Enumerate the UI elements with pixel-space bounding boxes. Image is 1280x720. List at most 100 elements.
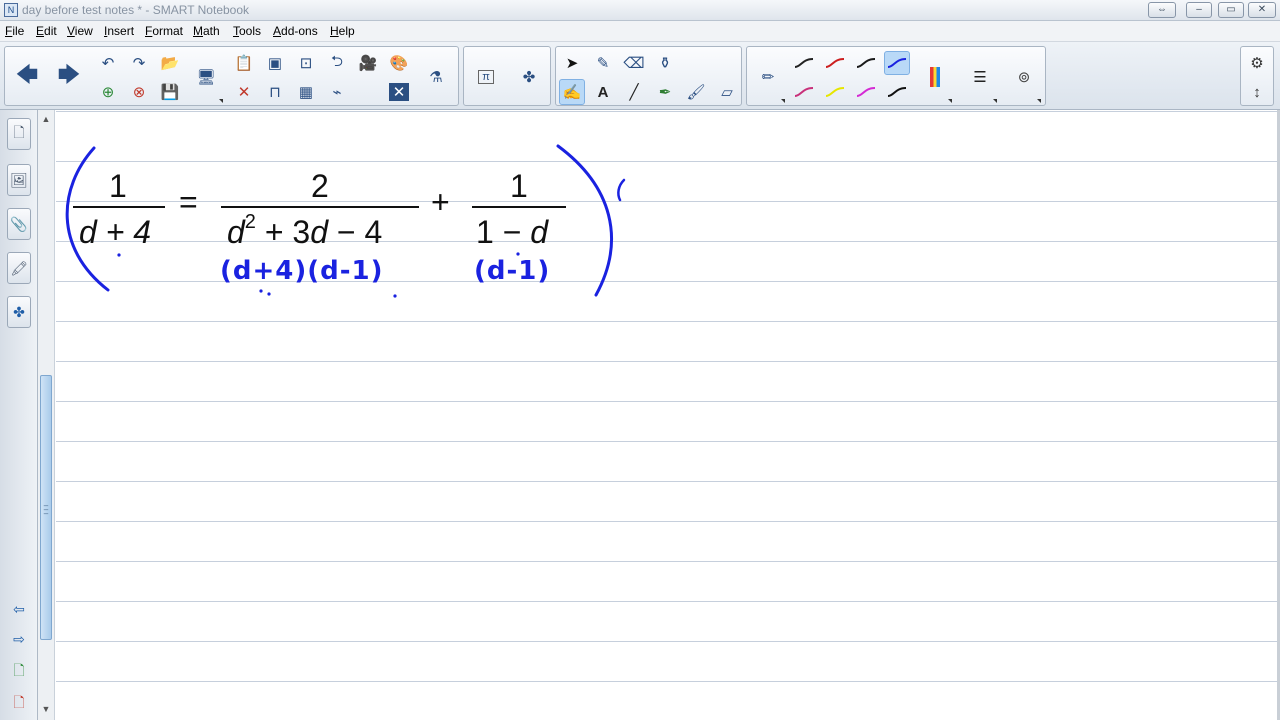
settings-palette-button[interactable]: 🎨	[386, 50, 412, 76]
stray-ink-mark	[617, 178, 626, 202]
menu-tools[interactable]: Tools	[233, 24, 261, 38]
math-tools-button[interactable]: π	[473, 64, 499, 90]
fill-tool[interactable]: ⚱	[652, 50, 678, 76]
add-page-icon: 🗋	[13, 662, 25, 678]
color-dropdown-arrow-icon[interactable]	[948, 99, 952, 103]
left-arrow-icon: ⇦	[13, 600, 25, 617]
undo-button[interactable]: ↶	[95, 50, 121, 76]
delete-page-button[interactable]: ⊗	[126, 79, 152, 105]
creative-pen-tool[interactable]: 🖌	[683, 79, 709, 105]
maximize-button[interactable]: ▭	[1218, 2, 1244, 18]
paste-button[interactable]: 📋	[231, 50, 257, 76]
pen-color-swatch[interactable]	[853, 80, 879, 104]
pen-color-swatch[interactable]	[822, 51, 848, 75]
vertical-scrollbar[interactable]: ▲ – – – ▼	[38, 110, 55, 720]
move-sidebar-left-button[interactable]: ⇦	[7, 598, 31, 620]
menu-math[interactable]: Math	[193, 24, 220, 38]
select-tool[interactable]: ➤	[559, 50, 585, 76]
menu-edit[interactable]: Edit	[36, 24, 57, 38]
menu-view[interactable]: View	[67, 24, 93, 38]
camera-icon: ▣	[267, 55, 283, 72]
magic-pen-icon: ✎	[596, 55, 610, 72]
scroll-down-arrow-icon[interactable]: ▼	[39, 702, 53, 716]
pen-color-swatch[interactable]	[884, 51, 910, 75]
pen-color-swatch[interactable]	[884, 80, 910, 104]
insert-table-button[interactable]: ▦	[293, 79, 319, 105]
screen-capture-button[interactable]: ▣	[262, 50, 288, 76]
pen-color-swatch[interactable]	[853, 51, 879, 75]
eraser-tool[interactable]: ⌫	[621, 50, 647, 76]
menu-help[interactable]: Help	[330, 24, 355, 38]
open-button[interactable]: 📂	[157, 50, 183, 76]
handwritten-factor-2: (d-1)	[474, 256, 551, 286]
menu-add-ons[interactable]: Add-ons	[273, 24, 318, 38]
properties-tab[interactable]: 🖍	[7, 252, 31, 284]
next-page-button[interactable]: 🡆	[52, 57, 86, 97]
response-button[interactable]: ⌁	[324, 79, 350, 105]
page-icon: 🗋	[13, 124, 25, 140]
previous-page-button[interactable]: 🡄	[10, 57, 44, 97]
add-page-side-button[interactable]: 🗋	[7, 660, 31, 684]
transparency-dropdown-arrow-icon[interactable]	[1037, 99, 1041, 103]
text-tool[interactable]: A	[590, 79, 616, 105]
pen-color-swatch[interactable]	[791, 51, 817, 75]
toolbar-group-settings: ⚙ ↕	[1240, 46, 1274, 106]
line-dropdown-arrow-icon[interactable]	[993, 99, 997, 103]
page-sorter-tab[interactable]: 🗋	[7, 118, 31, 150]
dropdown-arrow-icon[interactable]	[219, 99, 223, 103]
close-button[interactable]: ✕	[1248, 2, 1276, 18]
close-presentation-button[interactable]: ✕	[386, 79, 412, 105]
menu-file[interactable]: File	[5, 24, 24, 38]
brush-icon: 🖌	[686, 84, 706, 101]
right-arrow-icon: ⇨	[13, 630, 25, 647]
line-tool[interactable]: ╱	[621, 79, 647, 105]
scroll-thumb[interactable]: – – –	[40, 375, 52, 640]
presentation-button[interactable]: ⊓	[262, 79, 288, 105]
minimize-button[interactable]: –	[1186, 2, 1212, 18]
pi-icon: π	[478, 70, 494, 84]
delete-button[interactable]: ✕	[231, 79, 257, 105]
whiteboard-canvas[interactable]: 1 d + 4 = 2 d2 + 3d − 4 + 1 1 − d (d+4)(…	[56, 110, 1280, 720]
transparency-button[interactable]: ⊚	[1011, 64, 1037, 90]
shape-eraser-tool[interactable]: ▱	[714, 79, 740, 105]
color-palette-button[interactable]: ■	[922, 64, 948, 90]
addons-tab[interactable]: ✤	[7, 296, 31, 328]
document-camera-button[interactable]: 🎥	[355, 50, 381, 76]
text-a-icon: A	[597, 83, 609, 101]
pen-color-swatch[interactable]	[822, 80, 848, 104]
highlighter-tool[interactable]: ✒	[652, 79, 678, 105]
wireless-icon: ⌁	[332, 84, 342, 101]
puzzle-button[interactable]: ✤	[516, 64, 542, 90]
gallery-tab[interactable]: 🖼	[7, 164, 31, 196]
show-hide-shade-button[interactable]: ⊡	[293, 50, 319, 76]
addons-button[interactable]: ⚗	[423, 64, 449, 90]
settings-button[interactable]: ⚙	[1244, 50, 1270, 76]
restore-down-button[interactable]: ⇔	[1148, 2, 1176, 18]
menu-format[interactable]: Format	[145, 24, 183, 38]
screen-shade-button[interactable]: 🖥	[193, 64, 219, 90]
toolbar-group-pens: ✏ ■ ☰ ⊚	[746, 46, 1046, 106]
redo-button[interactable]: ↷	[126, 50, 152, 76]
handwritten-factor-1: (d+4)(d-1)	[220, 256, 384, 286]
attachments-tab[interactable]: 📎	[7, 208, 31, 240]
move-toolbar-button[interactable]: ↕	[1244, 79, 1270, 105]
menu-insert[interactable]: Insert	[104, 24, 134, 38]
delete-page-side-button[interactable]: 🗋	[7, 692, 31, 716]
save-button[interactable]: 💾	[157, 79, 183, 105]
pen-dropdown-arrow-icon[interactable]	[781, 99, 785, 103]
save-icon: 💾	[160, 84, 180, 101]
pens-tool[interactable]: ✍	[559, 79, 585, 105]
fullscreen-button[interactable]: ⮌	[324, 50, 350, 76]
add-page-button[interactable]: ⊕	[95, 79, 121, 105]
app-icon[interactable]: N	[4, 3, 18, 17]
properties-icon: 🖍	[10, 259, 28, 276]
scroll-up-arrow-icon[interactable]: ▲	[39, 112, 53, 126]
pen-color-swatch[interactable]	[791, 80, 817, 104]
line-style-button[interactable]: ☰	[967, 64, 993, 90]
magic-pen-tool[interactable]: ✎	[590, 50, 616, 76]
pen-type-button[interactable]: ✏	[755, 64, 781, 90]
pen-stroke-icon	[856, 87, 876, 97]
rhs1-den-var2: d	[310, 214, 328, 250]
ink-dot	[117, 253, 121, 257]
move-sidebar-right-button[interactable]: ⇨	[7, 628, 31, 650]
